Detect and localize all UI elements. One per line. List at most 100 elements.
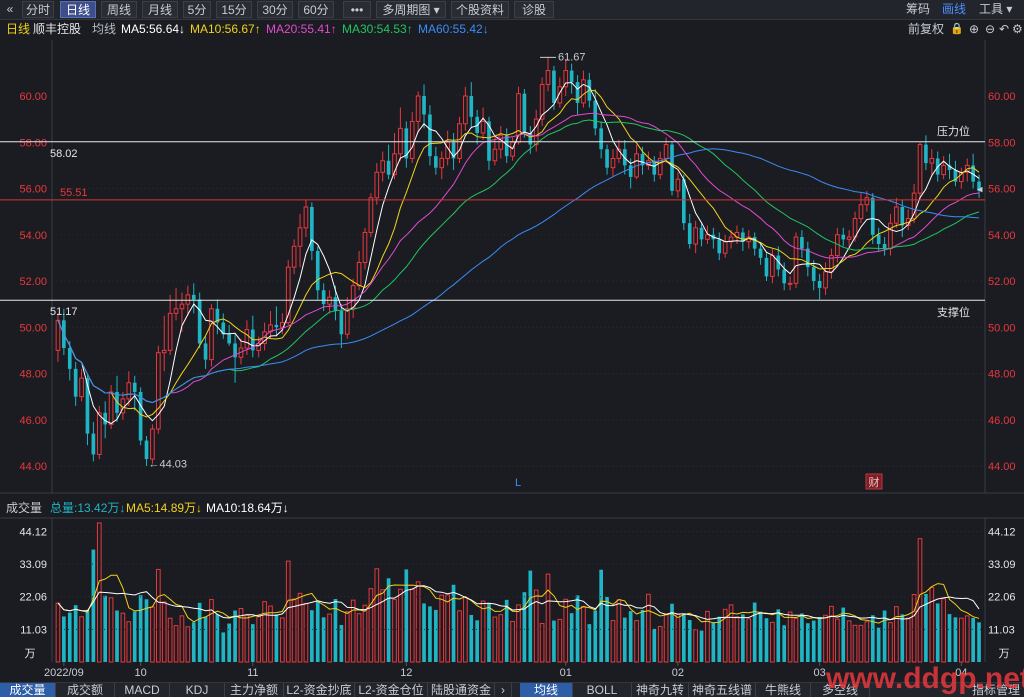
tab-ma[interactable]: 均线: [520, 683, 573, 697]
volume-bar-up: [610, 620, 616, 663]
candle-body-down: [422, 96, 426, 115]
price-tick-right: 44.00: [988, 461, 1016, 473]
candle-body-up: [380, 160, 386, 173]
candle-body-down: [800, 237, 804, 249]
volume-bar-up: [846, 620, 852, 663]
tab-turnover[interactable]: 成交额: [56, 683, 115, 697]
tab-bull-bear[interactable]: 牛熊线: [756, 683, 811, 697]
volume-bar-down: [711, 622, 716, 662]
candle-body-up: [209, 308, 214, 361]
volume-bar-up: [445, 594, 450, 663]
date-label: 03: [814, 667, 826, 679]
volume-bar-down: [552, 620, 556, 662]
candle-body-up: [858, 204, 864, 220]
candle-body-up: [693, 227, 698, 245]
volume-tick-right: 33.09: [988, 559, 1016, 571]
volume-bar-up: [533, 589, 539, 663]
volume-bar-up: [362, 604, 368, 663]
volume-bar-up: [185, 626, 191, 663]
volume-bar-up: [787, 611, 793, 663]
support-value: 51.17: [50, 306, 78, 318]
price-tick-left: 60.00: [19, 91, 47, 103]
candle-body-up: [864, 197, 870, 206]
candle-body-up: [610, 157, 616, 169]
volume-bar-down: [593, 610, 598, 662]
volume-bar-up: [835, 618, 840, 663]
candle-body-up: [787, 282, 793, 285]
candle-body-down: [321, 290, 326, 305]
candle-body-down: [144, 440, 149, 460]
candle-body-down: [339, 311, 344, 335]
volume-bar-up: [911, 594, 917, 663]
volume-bar-up: [829, 605, 834, 663]
candle-body-up: [722, 241, 728, 254]
candle-body-down: [681, 179, 686, 224]
volume-bar-down: [215, 614, 220, 662]
volume-bar-up: [392, 599, 397, 663]
current-price-value: 55.51: [60, 187, 88, 199]
candle-body-down: [900, 207, 905, 226]
tab-volume[interactable]: 成交量: [0, 683, 56, 697]
volume-bar-down: [191, 622, 196, 662]
volume-bar-up: [941, 598, 946, 663]
candle-body-up: [374, 171, 380, 199]
volume-bar-up: [917, 538, 923, 663]
tab-l2-position[interactable]: L2-资金仓位: [355, 683, 428, 697]
tab-macd[interactable]: MACD: [115, 683, 170, 697]
support-text: 支撑位: [937, 305, 970, 319]
tab-l2-bottom[interactable]: L2-资金抄底: [284, 683, 355, 697]
volume-bar-down: [764, 618, 769, 662]
tab-kdj[interactable]: KDJ: [170, 683, 225, 697]
candle-body-up: [770, 255, 775, 277]
price-tick-left: 50.00: [19, 322, 47, 334]
marker-l: L: [515, 477, 521, 489]
volume-unit-left: 万: [25, 648, 36, 660]
volume-bar-up: [964, 615, 970, 663]
candle-body-down: [841, 234, 846, 240]
candle-body-up: [409, 120, 415, 159]
candle-body-down: [924, 144, 928, 164]
candle-body-up: [439, 157, 445, 169]
current-arrow: ◂: [977, 184, 983, 196]
candle-body-up: [894, 206, 899, 224]
candle-body-down: [67, 348, 72, 369]
volume-bar-up: [155, 568, 161, 663]
volume-bar-up: [79, 616, 84, 663]
price-tick-left: 46.00: [19, 415, 47, 427]
volume-bar-down: [522, 592, 527, 662]
volume-bar-down: [321, 617, 326, 662]
volume-bar-up: [350, 599, 356, 663]
volume-tick-left: 11.03: [20, 624, 47, 636]
candle-body-down: [699, 227, 704, 240]
volume-bar-up: [415, 581, 421, 663]
volume-bar-down: [947, 614, 952, 662]
price-tick-right: 46.00: [988, 415, 1016, 427]
tab-main-net[interactable]: 主力净额: [225, 683, 284, 697]
volume-bar-up: [268, 605, 273, 663]
candle-body-up: [675, 178, 681, 192]
kline-chart[interactable]: 60.00 60.00 58.00 58.00 56.00 56.00 54.00 54.00…: [0, 0, 1024, 682]
tab-boll[interactable]: BOLL: [573, 683, 632, 697]
tab-magic-five[interactable]: 神奇五线谱: [689, 683, 756, 697]
volume-bar-down: [622, 617, 627, 662]
volume-bar-down: [504, 599, 509, 662]
tab-magic-nine[interactable]: 神奇九转: [632, 683, 689, 697]
volume-bar-up: [439, 594, 445, 663]
volume-bar-down: [640, 609, 645, 662]
candle-body-down: [876, 234, 881, 244]
volume-bar-up: [510, 620, 515, 663]
candle-body-down: [552, 70, 556, 103]
chevron-right-icon[interactable]: ›: [495, 683, 512, 697]
volume-bars: [55, 522, 981, 663]
volume-bar-up: [409, 588, 415, 663]
volume-bar-down: [953, 617, 958, 662]
candle-body-up: [823, 271, 828, 289]
volume-bar-down: [717, 616, 722, 662]
volume-bar-down: [741, 614, 745, 662]
volume-bar-up: [894, 606, 899, 663]
volume-unit-right: 万: [999, 648, 1010, 660]
volume-bar-down: [339, 625, 344, 662]
candle-body-up: [173, 308, 179, 314]
date-label: 10: [134, 667, 146, 679]
tab-northbound[interactable]: 陆股通资金: [428, 683, 495, 697]
